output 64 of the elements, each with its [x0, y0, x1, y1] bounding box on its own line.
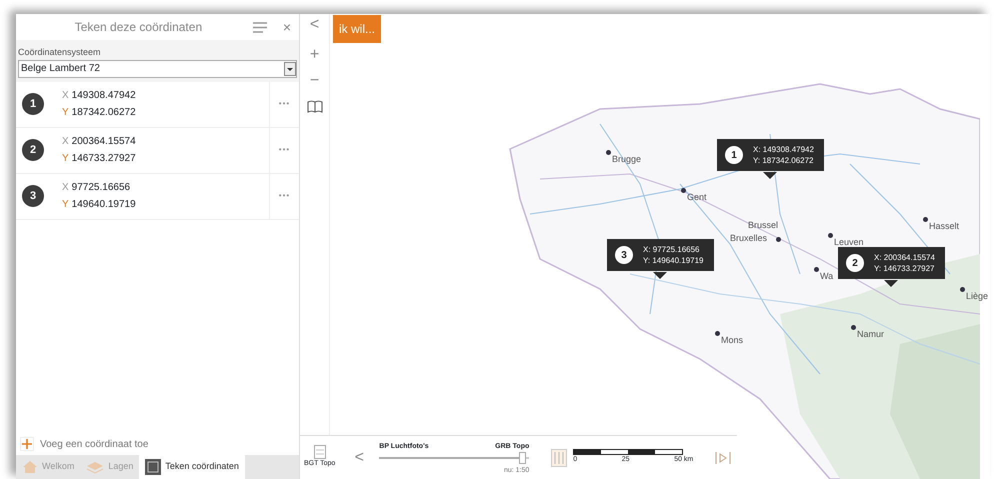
city-label: Mons — [721, 334, 744, 347]
coordinate-value: X: 149308.47942 — [753, 144, 814, 155]
city-dot — [606, 150, 611, 155]
book-icon[interactable] — [306, 100, 322, 113]
point-number: 1 — [725, 146, 743, 164]
slider-thumb[interactable] — [519, 452, 526, 464]
coordinate-value: 97725.16656 — [72, 182, 130, 193]
coordinate-value: 146733.27927 — [72, 153, 136, 164]
point-number: 2 — [22, 139, 44, 161]
coordinate-value: X: 97725.16656 — [643, 244, 700, 255]
city-dot — [960, 287, 965, 292]
coordinate-value: X: 200364.15574 — [874, 252, 935, 263]
coordinate-label: Y — [62, 107, 69, 118]
coordinate-label: X — [62, 136, 69, 147]
coordinate-value: 149308.47942 — [72, 90, 136, 101]
city-dot — [776, 237, 781, 242]
city-label: Wa — [820, 270, 834, 283]
coordinate-value: Y: 187342.06272 — [753, 155, 814, 166]
point-number: 1 — [22, 93, 44, 115]
add-coordinate-link[interactable]: Voeg een coördinaat toe — [40, 436, 148, 452]
more-button[interactable]: ••• — [269, 174, 299, 218]
more-button[interactable]: ••• — [269, 82, 299, 126]
point-number: 2 — [846, 254, 864, 272]
point-number: 3 — [22, 185, 44, 207]
more-button[interactable]: ••• — [269, 128, 299, 172]
field-label: Coördinatensysteem — [18, 46, 102, 59]
point-number: 3 — [615, 246, 633, 264]
map-icon — [145, 459, 162, 475]
coordinate-value: 187342.06272 — [72, 107, 136, 118]
close-button[interactable]: × — [282, 20, 291, 34]
city-dot — [828, 233, 833, 238]
city-label: Brugge — [612, 153, 642, 166]
menu-icon[interactable] — [252, 22, 267, 32]
city-label: Namur — [857, 328, 884, 341]
coordinate-label: X — [62, 90, 69, 101]
fullscreen-icon[interactable] — [715, 450, 732, 464]
city-label: Gent — [687, 191, 707, 204]
city-dot — [851, 325, 856, 330]
city-label: Brussel — [748, 219, 778, 232]
city-label: Liège — [966, 290, 988, 303]
house-icon — [22, 460, 38, 474]
coordinate-value: 149640.19719 — [72, 199, 136, 210]
city-dot — [923, 217, 928, 222]
city-dot — [814, 267, 819, 272]
tab[interactable]: Lagen — [80, 455, 140, 479]
add-icon[interactable] — [20, 437, 34, 451]
city-dot — [715, 331, 720, 336]
city-label: Leuven — [834, 236, 864, 249]
coordinate-label: Y — [62, 153, 69, 164]
tab[interactable]: Welkom — [16, 455, 80, 479]
coordinate-label: Y — [62, 199, 69, 210]
coordinate-value: 200364.15574 — [72, 136, 136, 147]
grid-icon[interactable] — [551, 448, 568, 466]
coordinate-system-select[interactable]: Belge Lambert 72 — [18, 60, 297, 78]
coordinate-value: Y: 146733.27927 — [874, 263, 935, 274]
coordinate-value: Y: 149640.19719 — [643, 255, 704, 266]
coordinate-label: X — [62, 182, 69, 193]
panel-title: Teken deze coördinaten — [74, 19, 204, 36]
action-button[interactable]: ik wil... — [333, 15, 381, 43]
tab[interactable]: Teken coördinaten — [139, 455, 245, 479]
caret-icon — [284, 62, 296, 76]
city-label: Hasselt — [929, 220, 960, 233]
city-dot — [681, 188, 686, 193]
city-label: Bruxelles — [730, 232, 768, 245]
